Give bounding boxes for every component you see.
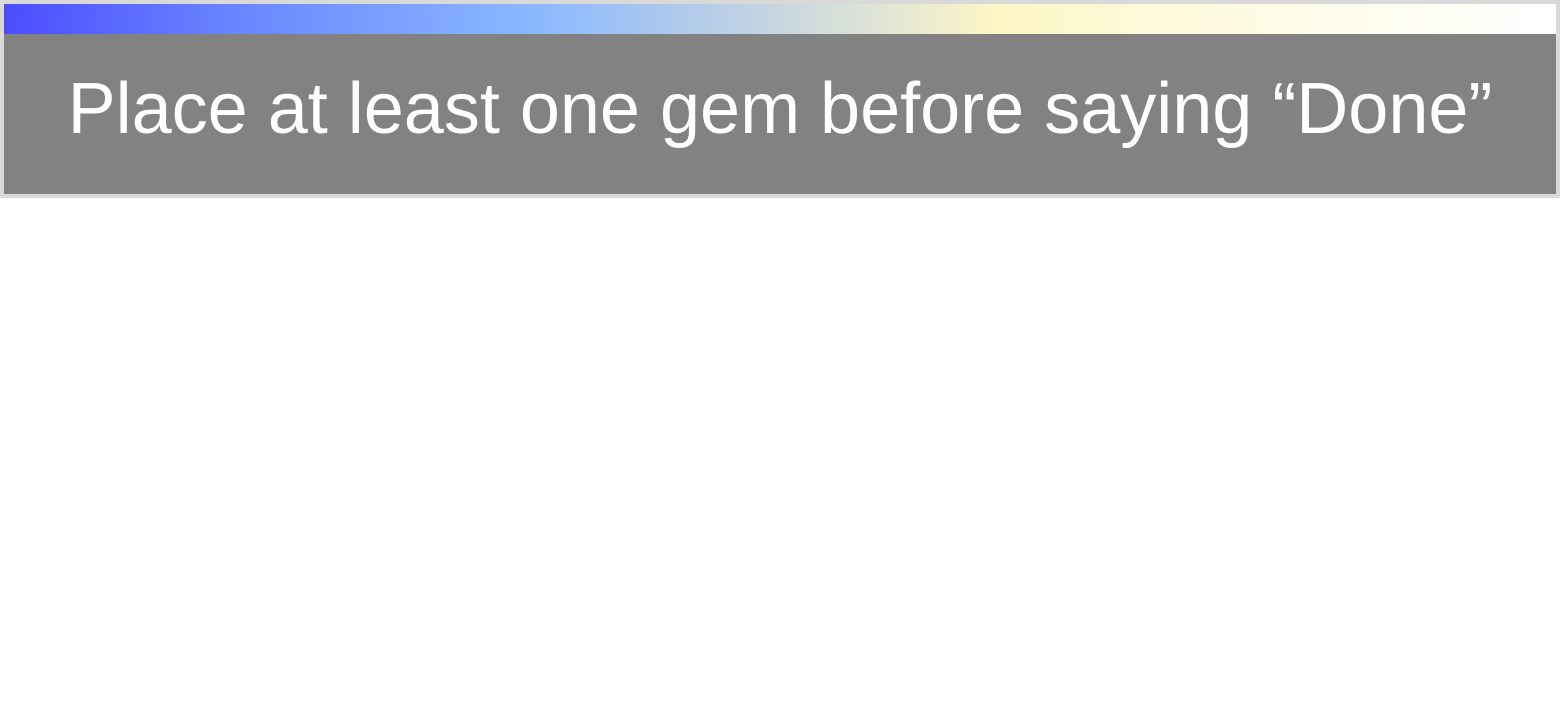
message-area: Place at least one gem before saying “Do… bbox=[4, 34, 1556, 194]
alert-dialog: Place at least one gem before saying “Do… bbox=[0, 0, 1560, 198]
alert-message: Place at least one gem before saying “Do… bbox=[67, 69, 1493, 149]
title-gradient-bar bbox=[4, 4, 1556, 34]
